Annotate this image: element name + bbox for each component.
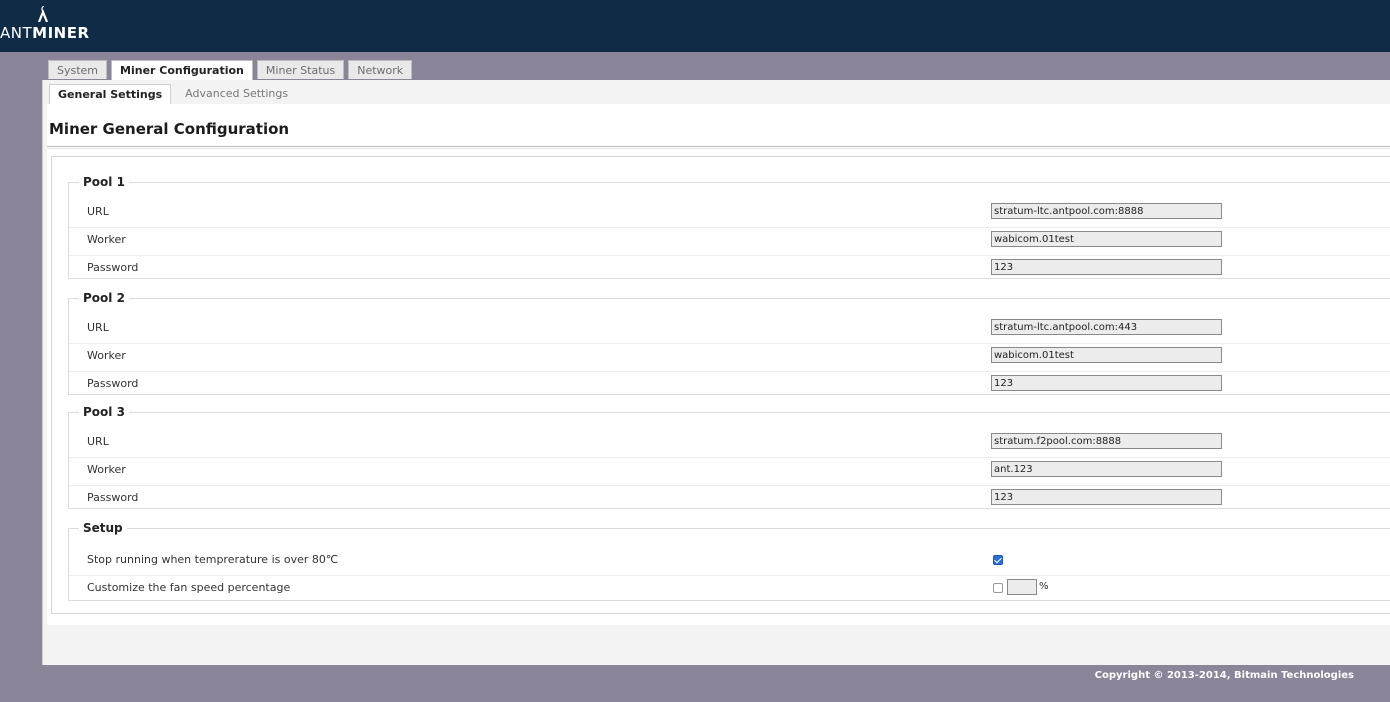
pool-1-password-input[interactable] xyxy=(991,259,1222,275)
tab-miner-status[interactable]: Miner Status xyxy=(256,60,345,79)
setup-legend: Setup xyxy=(83,521,123,535)
config-form: Pool 1 URL Worker Password Pool 2 URL xyxy=(51,156,1390,614)
subtab-advanced-settings[interactable]: Advanced Settings xyxy=(177,84,296,104)
pool-3-worker-input[interactable] xyxy=(991,461,1222,477)
pool-2-password-row: Password xyxy=(69,371,1390,399)
footer-copyright: Copyright © 2013-2014, Bitmain Technolog… xyxy=(1094,670,1354,681)
fan-speed-row: Customize the fan speed percentage % xyxy=(69,575,1390,603)
subtab-general-settings[interactable]: General Settings xyxy=(49,84,172,105)
pool-3-legend: Pool 3 xyxy=(83,405,125,419)
temp-limit-checkbox[interactable] xyxy=(993,555,1003,565)
temp-limit-label: Stop running when temprerature is over 8… xyxy=(87,553,339,566)
pool-3-password-label: Password xyxy=(87,491,139,504)
pool-1-worker-input[interactable] xyxy=(991,231,1222,247)
pool-2-worker-label: Worker xyxy=(87,349,126,362)
tab-network[interactable]: Network xyxy=(348,60,413,79)
title-divider xyxy=(47,146,1390,149)
top-header: ANTMINER xyxy=(0,0,1390,52)
pool-1-url-input[interactable] xyxy=(991,203,1222,219)
pool-2-legend: Pool 2 xyxy=(83,291,125,305)
main-tabs: System Miner Configuration Miner Status … xyxy=(48,60,413,81)
setup-fieldset: Setup Stop running when temprerature is … xyxy=(68,521,1390,601)
fan-speed-label: Customize the fan speed percentage xyxy=(87,581,291,594)
pool-3-password-input[interactable] xyxy=(991,489,1222,505)
pool-3-worker-row: Worker xyxy=(69,457,1390,486)
pool-2-worker-input[interactable] xyxy=(991,347,1222,363)
tab-miner-configuration[interactable]: Miner Configuration xyxy=(111,60,253,81)
pool-3-worker-label: Worker xyxy=(87,463,126,476)
pool-2-worker-row: Worker xyxy=(69,343,1390,372)
temp-limit-row: Stop running when temprerature is over 8… xyxy=(69,547,1390,576)
tab-system[interactable]: System xyxy=(48,60,108,79)
fan-speed-checkbox[interactable] xyxy=(993,583,1003,593)
main-panel: General Settings Advanced Settings Miner… xyxy=(42,80,1390,665)
pool-1-legend: Pool 1 xyxy=(83,175,125,189)
logo-text: ANTMINER xyxy=(0,24,90,42)
pool-1-fieldset: Pool 1 URL Worker Password xyxy=(68,175,1390,279)
pool-3-fieldset: Pool 3 URL Worker Password xyxy=(68,405,1390,509)
sub-tabs: General Settings Advanced Settings xyxy=(49,84,296,105)
fan-speed-unit: % xyxy=(1039,581,1049,592)
antminer-logo: ANTMINER xyxy=(0,6,120,48)
pool-2-url-input[interactable] xyxy=(991,319,1222,335)
pool-3-url-input[interactable] xyxy=(991,433,1222,449)
content-area: Miner General Configuration Pool 1 URL W… xyxy=(47,104,1390,625)
pool-2-password-label: Password xyxy=(87,377,139,390)
pool-2-url-label: URL xyxy=(87,321,109,334)
pool-2-url-row: URL xyxy=(69,315,1390,344)
pool-2-fieldset: Pool 2 URL Worker Password xyxy=(68,291,1390,395)
ant-logo-icon xyxy=(37,6,49,22)
pool-1-url-label: URL xyxy=(87,205,109,218)
pool-2-password-input[interactable] xyxy=(991,375,1222,391)
fan-speed-input[interactable] xyxy=(1007,579,1037,595)
pool-1-password-label: Password xyxy=(87,261,139,274)
pool-1-url-row: URL xyxy=(69,199,1390,228)
pool-3-url-row: URL xyxy=(69,429,1390,458)
pool-3-password-row: Password xyxy=(69,485,1390,513)
pool-1-password-row: Password xyxy=(69,255,1390,283)
page-title: Miner General Configuration xyxy=(49,120,290,138)
pool-1-worker-label: Worker xyxy=(87,233,126,246)
pool-1-worker-row: Worker xyxy=(69,227,1390,256)
pool-3-url-label: URL xyxy=(87,435,109,448)
